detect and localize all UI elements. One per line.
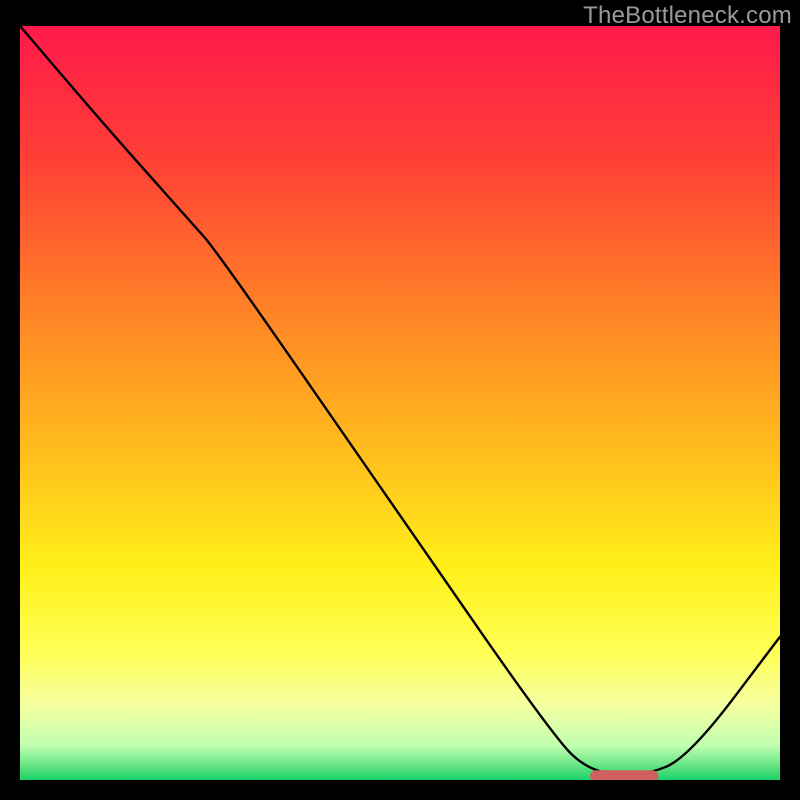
chart-frame: TheBottleneck.com <box>0 0 800 800</box>
chart-plot <box>20 26 780 780</box>
chart-svg <box>20 26 780 780</box>
